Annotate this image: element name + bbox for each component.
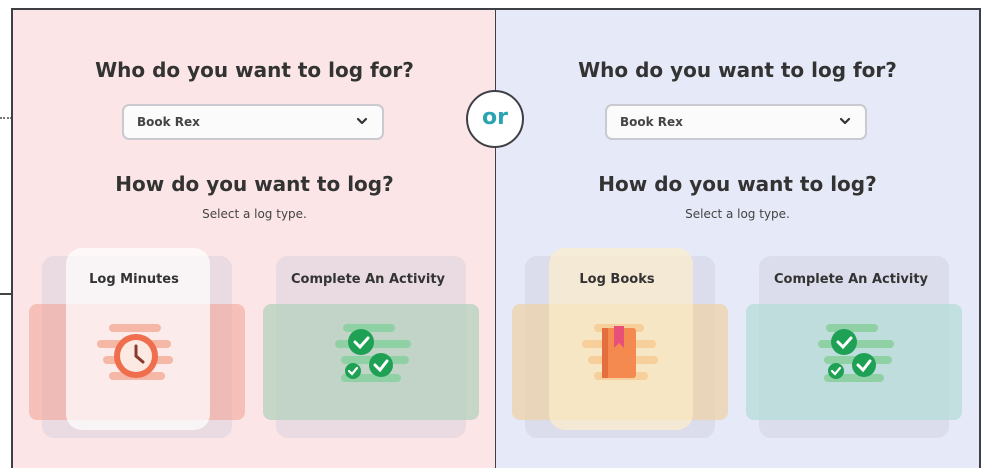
how-title: How do you want to log? — [598, 172, 877, 196]
who-title: Who do you want to log for? — [578, 58, 897, 82]
reader-select[interactable]: Book Rex — [605, 104, 867, 140]
log-minutes-card[interactable]: Log Minutes — [29, 248, 245, 438]
who-title: Who do you want to log for? — [95, 58, 414, 82]
or-divider-badge: or — [466, 90, 524, 148]
reader-select[interactable]: Book Rex — [122, 104, 384, 140]
checkmarks-icon — [818, 324, 894, 382]
clock-icon — [97, 324, 173, 380]
complete-activity-label: Complete An Activity — [290, 272, 446, 287]
left-panel: Who do you want to log for? Book Rex How… — [11, 8, 497, 468]
right-panel: Who do you want to log for? Book Rex How… — [495, 8, 981, 468]
complete-activity-card[interactable]: Complete An Activity — [263, 248, 479, 438]
reader-select-value: Book Rex — [137, 115, 200, 129]
subtitle: Select a log type. — [685, 207, 790, 221]
how-title: How do you want to log? — [115, 172, 394, 196]
log-books-label: Log Books — [579, 272, 655, 287]
chevron-down-icon — [839, 117, 851, 125]
log-minutes-label: Log Minutes — [89, 272, 179, 287]
chevron-down-icon — [356, 117, 368, 125]
reader-select-value: Book Rex — [620, 115, 683, 129]
checkmarks-icon — [335, 324, 411, 382]
log-books-card[interactable]: Log Books — [512, 248, 728, 438]
complete-activity-label: Complete An Activity — [773, 272, 929, 287]
complete-activity-card[interactable]: Complete An Activity — [746, 248, 962, 438]
book-icon — [582, 324, 658, 380]
subtitle: Select a log type. — [202, 207, 307, 221]
